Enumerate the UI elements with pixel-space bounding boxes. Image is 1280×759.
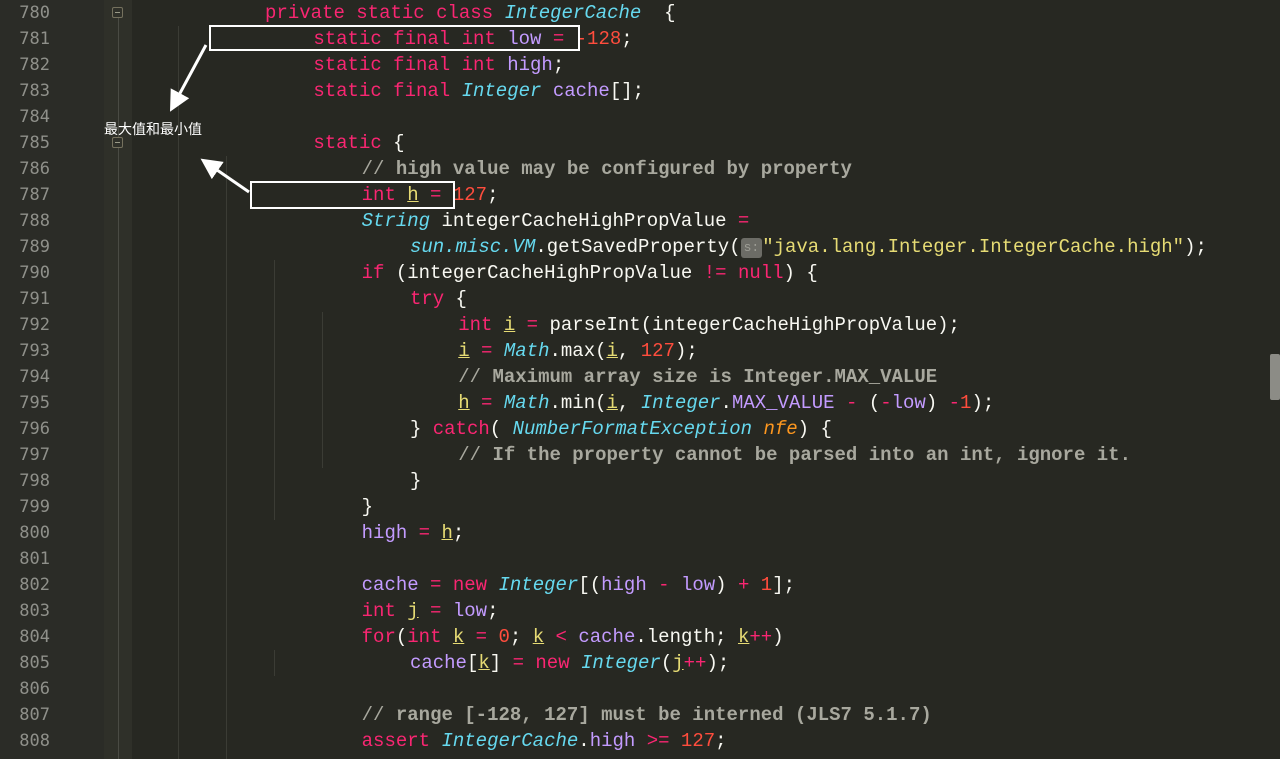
annotation-arrows — [170, 44, 250, 194]
annotation-label: 最大值和最小值 — [104, 122, 202, 138]
code-editor[interactable]: 780 private static class IntegerCache {78… — [0, 0, 1280, 759]
vertical-scrollbar-thumb[interactable] — [1270, 354, 1280, 400]
arrow-to-low — [170, 44, 208, 112]
arrow-to-high — [200, 158, 250, 194]
